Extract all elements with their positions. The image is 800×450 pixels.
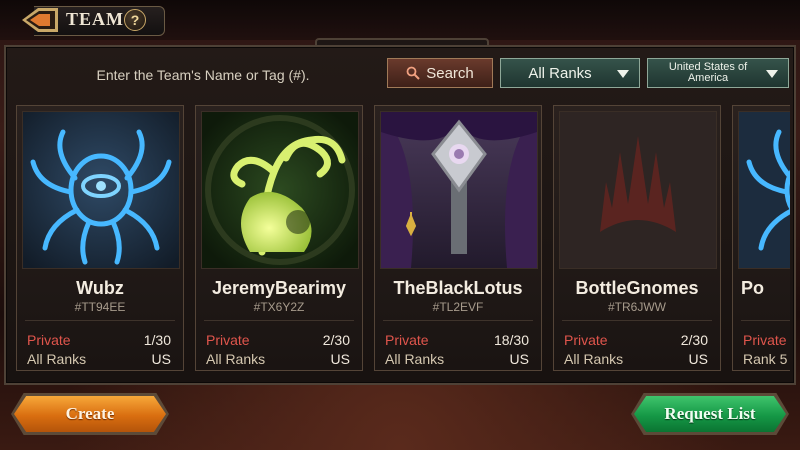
- search-icon: [406, 66, 420, 80]
- member-count: 18/30: [493, 332, 529, 348]
- team-card[interactable]: TheBlackLotus #TL2EVF Private 18/30 All …: [374, 105, 542, 371]
- card-divider: [562, 320, 712, 321]
- member-count: 2/30: [322, 332, 350, 348]
- team-card[interactable]: Wubz #TT94EE Private 1/30 All Ranks US: [16, 105, 184, 371]
- team-tag: #TR6JWW: [608, 300, 666, 314]
- team-rank: All Ranks: [206, 351, 266, 367]
- team-card[interactable]: Po Private Rank 5: [732, 105, 790, 371]
- card-divider: [204, 320, 354, 321]
- search-button-label: Search: [426, 64, 474, 82]
- back-button[interactable]: [20, 6, 60, 34]
- search-button[interactable]: Search: [387, 58, 493, 88]
- team-tag: #TT94EE: [74, 300, 126, 314]
- black-lotus-emblem-icon: [380, 111, 538, 269]
- team-name: Wubz: [76, 278, 124, 298]
- team-rank: All Ranks: [564, 351, 624, 367]
- card-divider: [383, 320, 533, 321]
- chevron-down-icon: [617, 70, 629, 78]
- team-tag: #TL2EVF: [432, 300, 484, 314]
- planeswalker-sigil-emblem-icon: [559, 111, 717, 269]
- team-privacy: Private: [27, 332, 71, 348]
- country-filter-dropdown[interactable]: United States of America: [647, 58, 789, 88]
- team-browser-panel: Search All Ranks United States of Americ…: [4, 45, 796, 385]
- team-privacy: Private: [206, 332, 250, 348]
- team-name: JeremyBearimy: [211, 278, 347, 298]
- page-title: TEAM: [66, 9, 124, 29]
- help-button[interactable]: ?: [124, 9, 146, 31]
- team-country: US: [688, 351, 708, 367]
- team-name: TheBlackLotus: [393, 278, 523, 298]
- team-country: US: [509, 351, 529, 367]
- member-count: 1/30: [143, 332, 171, 348]
- team-card[interactable]: JeremyBearimy #TX6Y2Z Private 2/30 All R…: [195, 105, 363, 371]
- chevron-down-icon: [766, 70, 778, 78]
- team-name: Po: [741, 278, 765, 298]
- country-filter-value: United States of America: [668, 61, 748, 84]
- rank-filter-dropdown[interactable]: All Ranks: [500, 58, 640, 88]
- request-list-button[interactable]: Request List: [634, 396, 786, 432]
- top-bar: TEAM ?: [0, 0, 800, 40]
- team-name: BottleGnomes: [575, 278, 699, 298]
- team-card[interactable]: BottleGnomes #TR6JWW Private 2/30 All Ra…: [553, 105, 721, 371]
- card-divider: [741, 320, 790, 321]
- team-country: US: [330, 351, 350, 367]
- team-rank: All Ranks: [27, 351, 87, 367]
- team-tag: #TX6Y2Z: [253, 300, 305, 314]
- team-privacy: Private: [564, 332, 608, 348]
- rank-filter-value: All Ranks: [528, 64, 592, 82]
- team-privacy: Private: [743, 332, 787, 348]
- team-rank: Rank 5: [743, 351, 788, 367]
- team-search-input[interactable]: [26, 59, 380, 91]
- back-arrow-icon: [22, 8, 58, 32]
- team-country: US: [151, 351, 171, 367]
- team-rank: All Ranks: [385, 351, 445, 367]
- swirling-tree-emblem-icon: [201, 111, 359, 269]
- member-count: 2/30: [680, 332, 708, 348]
- team-card-list[interactable]: Wubz #TT94EE Private 1/30 All Ranks US J…: [16, 105, 790, 371]
- spider-eye-emblem-icon: [22, 111, 180, 269]
- team-privacy: Private: [385, 332, 429, 348]
- create-team-button[interactable]: Create: [14, 396, 166, 432]
- spider-eye-emblem-icon: [738, 111, 790, 269]
- card-divider: [25, 320, 175, 321]
